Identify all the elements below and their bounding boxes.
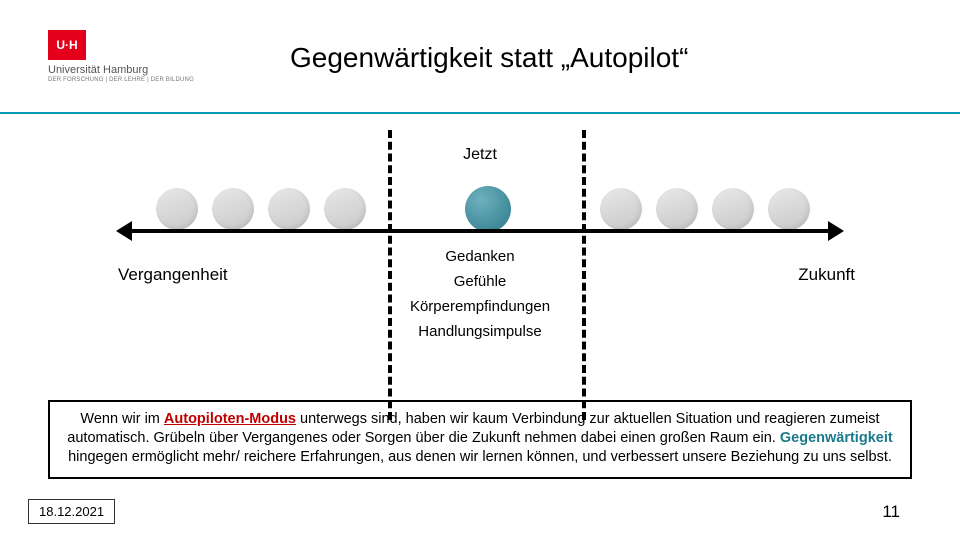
label-jetzt: Jetzt bbox=[0, 146, 960, 164]
timeline-diagram: Jetzt Vergangenheit Zukunft Gedanken Gef… bbox=[0, 130, 960, 390]
header: U·H Universität Hamburg DER FORSCHUNG | … bbox=[0, 30, 960, 90]
uh-logo-subtext: DER FORSCHUNG | DER LEHRE | DER BILDUNG bbox=[48, 77, 194, 83]
highlight-autopilot: Autopiloten-Modus bbox=[164, 411, 296, 427]
stack-item: Handlungsimpulse bbox=[418, 323, 541, 340]
footer-date: 18.12.2021 bbox=[28, 499, 115, 524]
uh-logo-text: Universität Hamburg bbox=[48, 64, 194, 76]
arrow-bar bbox=[130, 229, 830, 233]
uh-logo-badge: U·H bbox=[48, 30, 86, 60]
slide: U·H Universität Hamburg DER FORSCHUNG | … bbox=[0, 0, 960, 540]
uh-logo: U·H Universität Hamburg DER FORSCHUNG | … bbox=[48, 30, 194, 83]
explanation-box: Wenn wir im Autopiloten-Modus unterwegs … bbox=[48, 400, 912, 479]
stack-item: Körperempfindungen bbox=[410, 298, 550, 315]
center-stack: Gedanken Gefühle Körperempfindungen Hand… bbox=[0, 248, 960, 340]
highlight-gegenwaertigkeit: Gegenwärtigkeit bbox=[780, 430, 893, 446]
slide-title: Gegenwärtigkeit statt „Autopilot“ bbox=[290, 42, 688, 74]
footer-page-number: 11 bbox=[882, 502, 900, 522]
stack-item: Gedanken bbox=[445, 248, 514, 265]
header-rule bbox=[0, 112, 960, 114]
para-text: hingegen ermöglicht mehr/ reichere Erfah… bbox=[68, 449, 892, 465]
stack-item: Gefühle bbox=[454, 273, 507, 290]
para-text: Wenn wir im bbox=[80, 411, 164, 427]
timeline-arrow bbox=[130, 220, 830, 242]
